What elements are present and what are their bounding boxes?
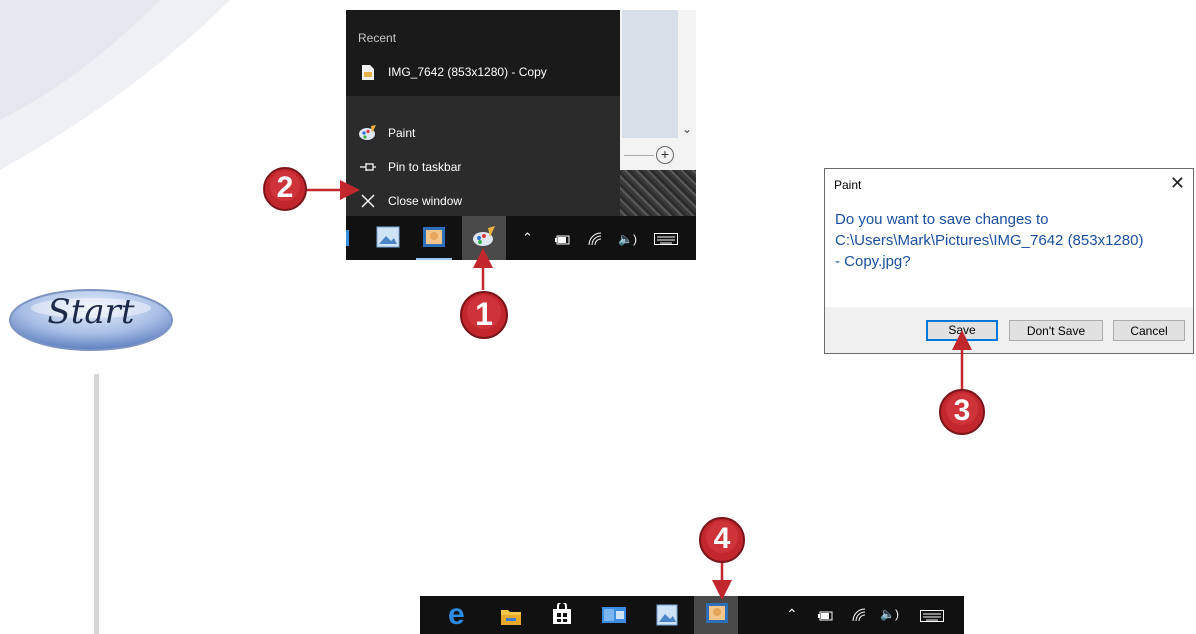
callout-3-badge: 3 xyxy=(938,388,986,436)
callout-1-number: 1 xyxy=(475,296,493,332)
callout-2-number: 2 xyxy=(276,171,294,204)
callout-2-badge: 2 xyxy=(262,166,308,212)
callout-1-badge: 1 xyxy=(459,290,509,340)
callout-overlay xyxy=(306,180,972,600)
callout-3-number: 3 xyxy=(953,394,971,427)
callout-4-number: 4 xyxy=(713,522,731,555)
callout-4-badge: 4 xyxy=(698,516,746,564)
